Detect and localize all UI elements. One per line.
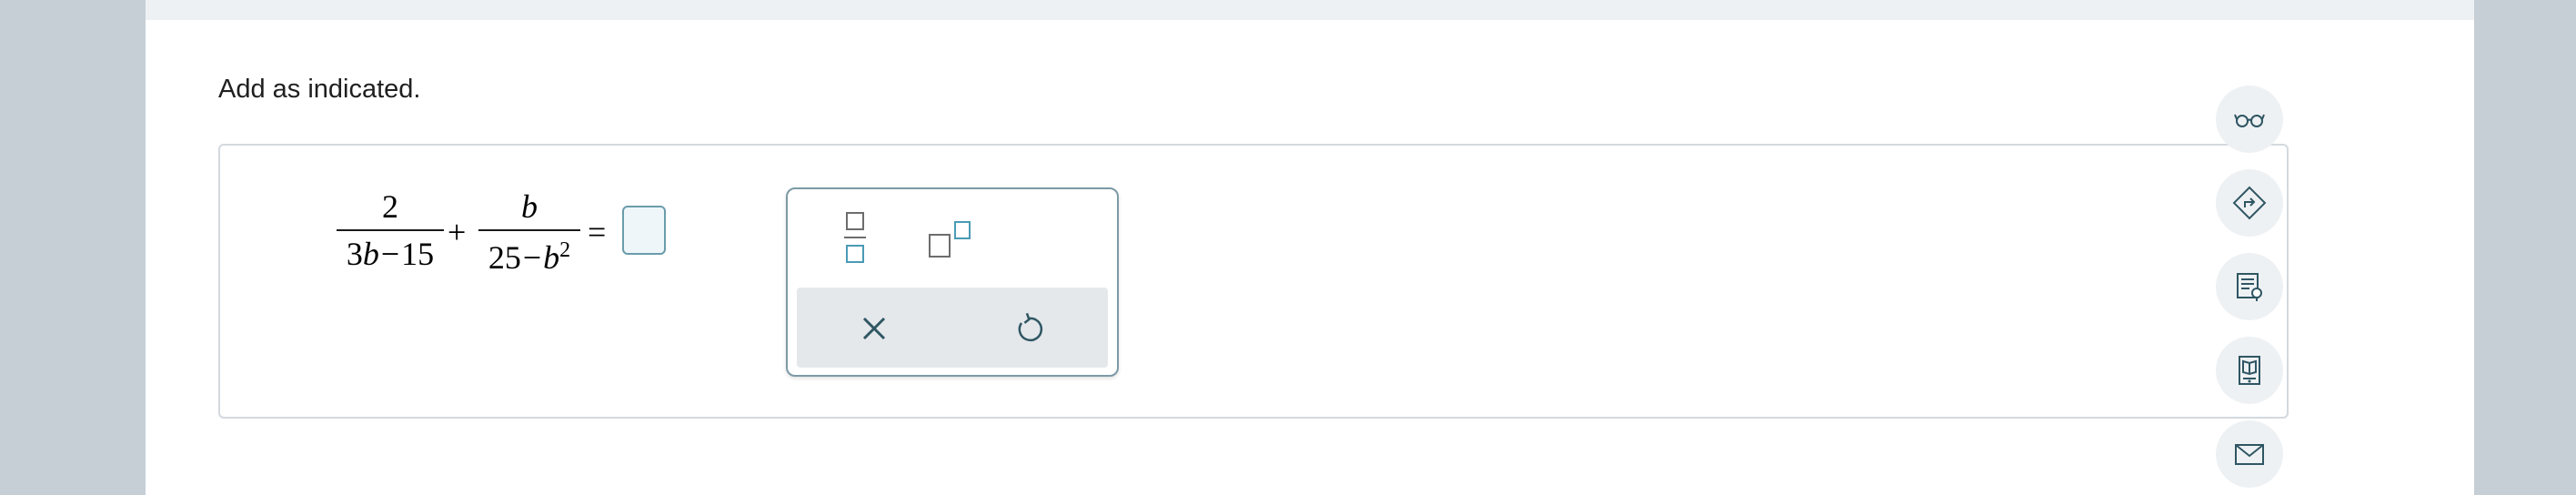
fraction-term-1: 2 3b−15 [337, 187, 444, 278]
equals-sign: = [588, 214, 607, 250]
den1-var: b [362, 236, 379, 272]
fraction-2-bar [478, 229, 580, 231]
den1-const: 15 [401, 236, 435, 272]
textbook-button[interactable] [2216, 253, 2283, 320]
exponent-template-icon [929, 221, 971, 258]
calculator-button[interactable] [2216, 337, 2283, 404]
den2-minus: − [522, 239, 542, 276]
fraction-1-numerator: 2 [382, 188, 398, 225]
message-instructor-button[interactable] [2216, 420, 2283, 488]
den2-const: 25 [488, 239, 521, 276]
close-icon [862, 317, 886, 340]
fraction-term-2: b 25−b2 [478, 187, 580, 288]
fraction-2-denominator: 25−b2 [478, 238, 580, 277]
main-page: Add as indicated. 2 3b−15 + b 25−b2 = [146, 0, 2474, 495]
fraction-2-numerator: b [521, 188, 538, 225]
fraction-1-denominator: 3b−15 [337, 235, 444, 273]
question-panel: 2 3b−15 + b 25−b2 = [218, 144, 2289, 419]
answer-input[interactable] [622, 206, 666, 255]
den1-coef: 3 [346, 236, 363, 272]
plus-sign: + [448, 214, 467, 250]
view-example-button[interactable] [2216, 86, 2283, 153]
den2-exponent: 2 [559, 238, 571, 262]
question-instruction: Add as indicated. [218, 75, 421, 104]
undo-icon [1018, 312, 1043, 342]
fraction-template-icon [844, 212, 866, 263]
direction-sign-icon [2232, 186, 2267, 220]
envelope-icon [2235, 444, 2264, 465]
den1-minus: − [380, 236, 400, 272]
exponent-template-button[interactable] [917, 207, 981, 271]
top-bar [146, 0, 2474, 20]
undo-button[interactable] [1006, 306, 1052, 351]
clear-button[interactable] [851, 306, 897, 351]
fraction-template-button[interactable] [826, 207, 884, 271]
palette-actions [797, 288, 1108, 368]
book-device-icon [2239, 356, 2260, 385]
help-me-solve-button[interactable] [2216, 169, 2283, 237]
math-palette [786, 187, 1119, 377]
glasses-icon [2234, 114, 2265, 127]
fraction-1-bar [337, 229, 444, 231]
document-search-icon [2237, 273, 2262, 301]
den2-var: b [543, 239, 560, 276]
